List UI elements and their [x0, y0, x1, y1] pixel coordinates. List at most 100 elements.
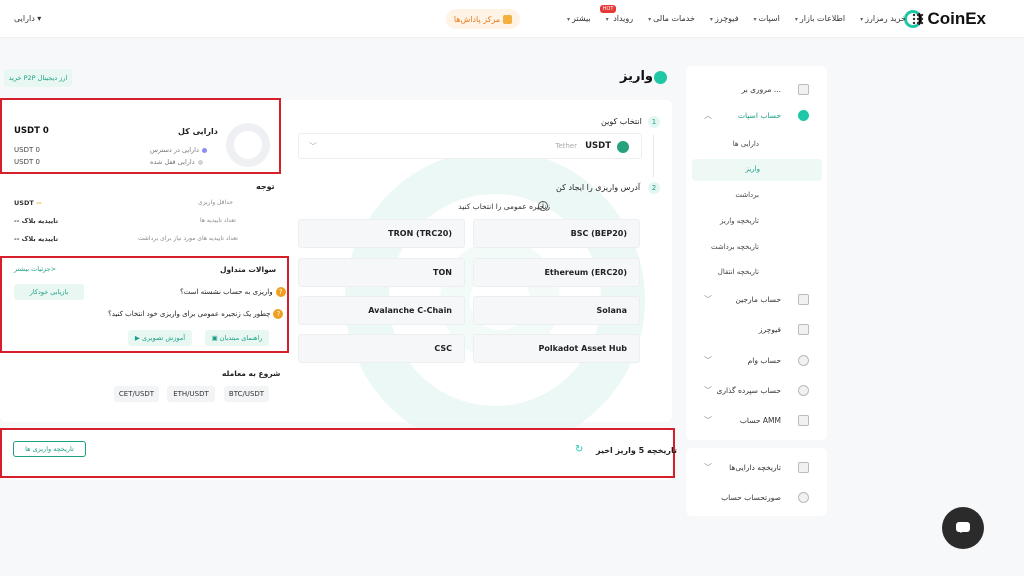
network-label: Avalanche C-Chain [368, 306, 452, 315]
assets-menu-label: دارایی [14, 14, 35, 23]
recent-deposits-title: تاریخچه 5 واریز اخیر [596, 446, 677, 455]
min-deposit-value: USDT -- [14, 199, 41, 207]
overview-icon [798, 84, 809, 95]
network-option[interactable]: CSC [298, 334, 465, 363]
sidebar-item-label: صورتحساب حساب [721, 493, 781, 502]
sidebar-item-loan[interactable]: حساب وام ﹀ [686, 349, 827, 373]
sidebar-sub-withdraw[interactable]: برداشت [686, 185, 827, 207]
sidebar-sub-deposit[interactable]: واریز [692, 159, 822, 181]
support-chat-button[interactable] [942, 507, 984, 549]
pair-button[interactable]: CET/USDT [114, 386, 159, 402]
sidebar-sub-transfer-history[interactable]: تاریخچه انتقال [686, 262, 827, 284]
page-title: واریز [620, 69, 653, 84]
chevron-down-icon: ﹀ [704, 463, 712, 472]
reward-center-button[interactable]: مرکز پاداش‌ها [446, 9, 520, 29]
network-option[interactable]: Avalanche C-Chain [298, 296, 465, 325]
sidebar-item-spot-account[interactable]: حساب اسپات ︿ [686, 104, 827, 128]
chevron-down-icon: ﹀ [704, 295, 712, 304]
p2p-buy-button[interactable]: خرید P2P ارز دیجیتال [4, 69, 72, 87]
hot-badge: HOT [599, 5, 617, 13]
sidebar-sub-deposit-history[interactable]: تاریخچه واریز [686, 211, 827, 233]
amm-icon [798, 415, 809, 426]
sidebar-item-statement[interactable]: صورتحساب حساب [686, 486, 827, 510]
network-option[interactable]: TRON (TRC20) [298, 219, 465, 248]
sidebar-item-label: حساب وام [747, 356, 781, 365]
nav-events[interactable]: رویداد HOT [599, 5, 634, 23]
sidebar-item-overview[interactable]: مروری بر ... [686, 78, 827, 102]
locked-label: دارایی قفل شده [150, 158, 203, 166]
coin-name: Tether [555, 142, 577, 150]
chevron-down-icon: ﹀ [704, 416, 712, 425]
nav-financial[interactable]: خدمات مالی [648, 14, 695, 23]
network-option[interactable]: Ethereum (ERC20) [473, 258, 640, 287]
network-option[interactable]: TON [298, 258, 465, 287]
nav-events-label: رویداد [613, 14, 634, 23]
pair-button[interactable]: ETH/USDT [167, 386, 215, 402]
sidebar-item-label: مروری بر ... [741, 85, 781, 94]
faq-question[interactable]: واریزی به حساب نشسته است؟? [180, 287, 286, 297]
sidebar-item-label: حساب سپرده گذاری [716, 386, 781, 395]
assets-menu[interactable]: دارایی ▾ [14, 14, 41, 23]
chevron-up-icon: ︿ [704, 111, 712, 120]
sidebar-item-futures[interactable]: فیوچرز [686, 318, 827, 342]
video-tutorial-label: آموزش تصویری [142, 334, 186, 342]
deposit-icon [654, 71, 667, 84]
brand-name: CoinEx [927, 9, 986, 28]
network-option[interactable]: BSC (BEP20) [473, 219, 640, 248]
futures-icon [798, 324, 809, 335]
available-label: دارایی در دسترس [150, 146, 207, 154]
min-deposit-label: حداقل واریزی [198, 199, 233, 206]
play-icon: ▶ [134, 334, 142, 342]
sidebar-sub-label: تاریخچه واریز [720, 217, 759, 225]
question-icon: ? [273, 309, 284, 319]
network-option[interactable]: Polkadot Asset Hub [473, 334, 640, 363]
nav-more[interactable]: بیشتر [567, 14, 591, 23]
beginner-guide-button[interactable]: ▣ راهنمای مبتدیان [205, 330, 269, 346]
sidebar-sub-label: تاریخچه انتقال [717, 268, 759, 276]
sidebar-item-deposit-account[interactable]: حساب سپرده گذاری ﹀ [686, 379, 827, 403]
sidebar-item-amm[interactable]: حساب AMM ﹀ [686, 409, 827, 433]
chevron-down-icon: ﹀ [704, 356, 712, 365]
refresh-icon[interactable]: ↻ [575, 444, 583, 455]
main-nav: خرید رمزارز اطلاعات بازار اسپات فیوچرز خ… [567, 5, 906, 23]
sidebar-item-label: حساب مارجین [735, 295, 781, 304]
video-tutorial-button[interactable]: ▶ آموزش تصویری [128, 330, 192, 346]
coin-select[interactable]: USDT Tether ﹀ [298, 133, 642, 159]
faq-question-text: چطور یک زنجیره عمومی برای واریزی خود انت… [108, 310, 271, 318]
nav-buy-crypto[interactable]: خرید رمزارز [860, 14, 906, 23]
min-deposit-amount: -- [36, 199, 42, 207]
sidebar-item-label: حساب AMM [739, 416, 781, 425]
asset-history-icon [798, 462, 809, 473]
sidebar-sub-withdraw-history[interactable]: تاریخچه برداشت [686, 237, 827, 259]
available-label-text: دارایی در دسترس [150, 146, 199, 154]
locked-label-text: دارایی قفل شده [150, 158, 195, 166]
faq-question[interactable]: چطور یک زنجیره عمومی برای واریزی خود انت… [108, 309, 284, 319]
sidebar-item-asset-history[interactable]: تاریخچه دارایی‌ها ﹀ [686, 456, 827, 480]
step-2-badge: 2 [648, 182, 660, 194]
auto-recover-button[interactable]: بازیابی خودکار [14, 284, 84, 300]
total-assets-title: دارایی کل [178, 127, 218, 136]
locked-dot [197, 159, 203, 165]
available-dot [201, 147, 207, 153]
nav-spot[interactable]: اسپات [754, 14, 780, 23]
start-trade-title: شروع به معامله [222, 369, 281, 378]
sidebar-item-label: حساب اسپات [737, 111, 781, 120]
apps-grid-icon[interactable] [912, 13, 924, 25]
top-navbar: CoinEx خرید رمزارز اطلاعات بازار اسپات ف… [0, 0, 1024, 38]
sidebar-item-label: تاریخچه دارایی‌ها [729, 463, 781, 472]
pair-button[interactable]: BTC/USDT [224, 386, 269, 402]
spot-account-icon [798, 110, 809, 121]
nav-futures[interactable]: فیوچرز [710, 14, 739, 23]
sidebar-sub-assets[interactable]: دارایی ها [686, 134, 827, 156]
network-option[interactable]: Solana [473, 296, 640, 325]
info-icon[interactable]: i [538, 201, 548, 211]
coin-symbol: USDT [585, 141, 611, 151]
deposit-history-button[interactable]: تاریخچه واریزی ها [13, 441, 86, 457]
faq-more-link[interactable]: جزئیات بیشتر> [14, 265, 56, 273]
book-icon: ▣ [211, 334, 220, 342]
total-assets-value: USDT 0 [14, 126, 49, 136]
min-deposit-unit: USDT [14, 199, 34, 207]
nav-market-info[interactable]: اطلاعات بازار [795, 14, 845, 23]
sidebar-item-margin[interactable]: حساب مارجین ﹀ [686, 288, 827, 312]
sidebar-item-label: فیوچرز [758, 325, 781, 334]
